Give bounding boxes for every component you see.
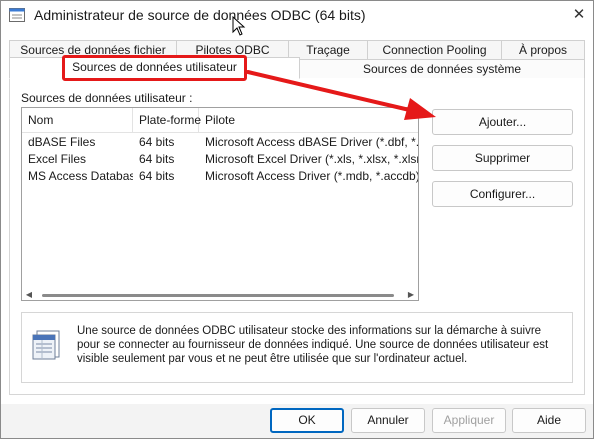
dsn-platform: 64 bits — [139, 152, 175, 166]
help-button[interactable]: Aide — [512, 408, 586, 433]
window-title: Administrateur de source de données ODBC… — [34, 7, 366, 23]
column-header-name[interactable]: Nom — [22, 108, 133, 133]
scroll-left-icon[interactable]: ◀ — [24, 290, 34, 300]
close-icon[interactable]: ✕ — [566, 2, 592, 28]
apply-button: Appliquer — [432, 408, 506, 433]
ok-button[interactable]: OK — [270, 408, 344, 433]
scrollbar-thumb[interactable] — [42, 294, 394, 297]
dsn-platform: 64 bits — [139, 135, 175, 149]
list-item[interactable]: dBASE Files 64 bits Microsoft Access dBA… — [22, 134, 418, 151]
column-header-platform[interactable]: Plate-forme — [133, 108, 201, 133]
tab-tracing[interactable]: Traçage — [288, 40, 368, 60]
list-label: Sources de données utilisateur : — [21, 91, 193, 105]
dsn-platform: 64 bits — [139, 169, 175, 183]
list-item[interactable]: MS Access Database 64 bits Microsoft Acc… — [22, 168, 418, 185]
red-arrow — [246, 70, 436, 120]
add-button[interactable]: Ajouter... — [432, 109, 573, 135]
dsn-name: Excel Files — [28, 152, 87, 166]
mouse-cursor-icon — [232, 16, 246, 36]
horizontal-scrollbar[interactable]: ◀ ▶ — [22, 290, 418, 300]
odbc-app-icon — [9, 8, 25, 22]
dsn-name: MS Access Database — [28, 169, 133, 183]
dsn-driver: Microsoft Access Driver (*.mdb, *.accdb) — [205, 169, 418, 183]
cancel-button[interactable]: Annuler — [351, 408, 425, 433]
info-description: Une source de données ODBC utilisateur s… — [77, 325, 549, 365]
highlight-box — [62, 55, 247, 81]
scroll-right-icon[interactable]: ▶ — [406, 290, 416, 300]
list-item[interactable]: Excel Files 64 bits Microsoft Excel Driv… — [22, 151, 418, 168]
tab-about[interactable]: À propos — [501, 40, 585, 60]
dsn-driver: Microsoft Access dBASE Driver (*.dbf, *.… — [205, 135, 418, 149]
remove-button[interactable]: Supprimer — [432, 145, 573, 171]
dsn-driver: Microsoft Excel Driver (*.xls, *.xlsx, *… — [205, 152, 418, 166]
configure-button[interactable]: Configurer... — [432, 181, 573, 207]
tab-connection-pooling[interactable]: Connection Pooling — [367, 40, 502, 60]
user-dsn-list[interactable]: Nom Plate-forme Pilote dBASE Files 64 bi… — [21, 107, 419, 301]
odbc-datasource-icon — [32, 330, 60, 360]
dsn-name: dBASE Files — [28, 135, 96, 149]
